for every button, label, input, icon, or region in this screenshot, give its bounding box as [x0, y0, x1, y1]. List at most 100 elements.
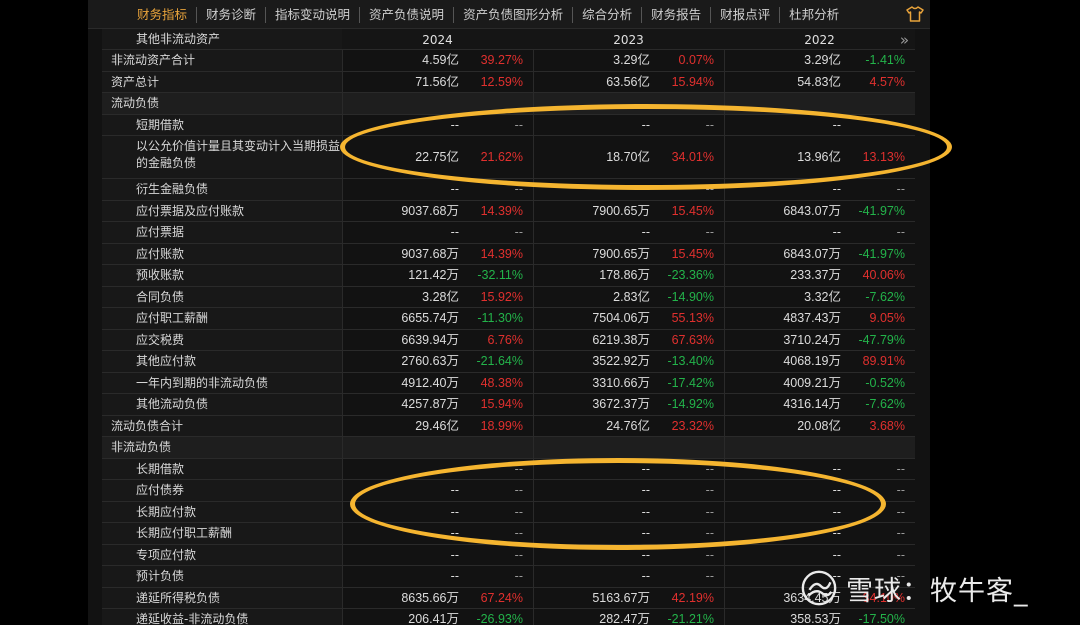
table-row: 预收账款 121.42万 -32.11% 178.86万 -23.36% 233.37万 4…: [102, 265, 915, 287]
change-percent-cell: 0.07%: [678, 53, 714, 67]
change-percent-cell: 89.91%: [862, 354, 905, 368]
row-label: 其他应付款: [102, 351, 342, 372]
table-row: 其他应付款 2760.63万 -21.64% 3522.92万 -13.40% 4068.…: [102, 351, 915, 373]
value-cell: 18.70亿: [606, 150, 650, 164]
year-column-cell: 282.47万 -21.21%: [533, 609, 724, 625]
row-label: 应付职工薪酬: [102, 308, 342, 329]
tab-5[interactable]: 综合分析: [573, 6, 643, 23]
value-cell: --: [450, 569, 459, 583]
year-column-cell: -- --: [342, 544, 533, 565]
tab-2[interactable]: 指标变动说明: [266, 6, 361, 23]
change-percent-cell: 34.01%: [671, 150, 714, 164]
change-percent-cell: --: [514, 547, 523, 562]
change-percent-cell: --: [705, 461, 714, 476]
tab-8[interactable]: 杜邦分析: [780, 7, 848, 23]
year-header-2022[interactable]: 2022: [724, 29, 915, 52]
year-column-cell: 3672.37万 -14.92%: [533, 394, 724, 415]
table-row: 应付账款 9037.68万 14.39% 7900.65万 15.45% 6843.07万…: [102, 243, 915, 265]
value-cell: 29.46亿: [415, 418, 459, 433]
year-header-2024[interactable]: 2024: [342, 29, 533, 52]
table-row: 衍生金融负债 -- -- -- -- -- --: [102, 179, 915, 201]
table-row: 递延所得税负债 8635.66万 67.24% 5163.67万 42.19% 3634.…: [102, 587, 915, 609]
tab-6[interactable]: 财务报告: [642, 6, 712, 23]
value-cell: --: [641, 526, 650, 540]
tab-1[interactable]: 财务诊断: [197, 6, 267, 23]
year-column-cell: 5163.67万 42.19%: [533, 587, 724, 608]
value-cell: 3.28亿: [422, 289, 459, 304]
value-cell: --: [832, 547, 841, 562]
row-label: 以公允价值计量且其变动计入当期损益的金融负债: [102, 136, 342, 178]
year-column-cell: 4912.40万 48.38%: [342, 372, 533, 393]
value-cell: --: [450, 117, 459, 132]
tab-7[interactable]: 财报点评: [711, 6, 781, 23]
change-percent-cell: --: [514, 182, 523, 196]
tab-bar: 财务指标 财务诊断 指标变动说明 资产负债说明 资产负债图形分析 综合分析 财务报告 财报点评…: [128, 0, 848, 29]
year-column-cell: -- --: [533, 544, 724, 565]
year-header-2023[interactable]: 2023: [533, 29, 724, 52]
year-column-cell: 63.56亿 15.94%: [533, 71, 724, 92]
value-cell: 6843.07万: [783, 246, 841, 261]
year-column-cell: 3710.24万 -47.79%: [724, 329, 915, 350]
change-percent-cell: 23.32%: [671, 418, 714, 433]
change-percent-cell: -21.21%: [667, 612, 714, 625]
watermark: 雪球：牧牛客_: [800, 566, 1029, 610]
year-column-cell: 18.70亿 34.01%: [533, 136, 724, 178]
tshirt-icon[interactable]: [906, 6, 924, 22]
value-cell: 5163.67万: [592, 590, 650, 605]
value-cell: 6639.94万: [401, 332, 459, 347]
change-percent-cell: --: [896, 526, 905, 540]
year-column-cell: 22.75亿 21.62%: [342, 136, 533, 178]
year-column-cell: 4257.87万 15.94%: [342, 394, 533, 415]
year-column-cell: 358.53万 -17.50%: [724, 609, 915, 625]
value-cell: 8635.66万: [401, 590, 459, 605]
change-percent-cell: 15.94%: [671, 74, 714, 89]
year-column-cell: 233.37万 40.06%: [724, 265, 915, 286]
year-column-cell: 6843.07万 -41.97%: [724, 200, 915, 221]
left-gutter: [0, 0, 88, 625]
change-percent-cell: -13.40%: [667, 354, 714, 368]
year-column-cell: 24.76亿 23.32%: [533, 415, 724, 436]
change-percent-cell: 48.38%: [480, 375, 523, 390]
change-percent-cell: --: [705, 483, 714, 497]
table-row: 专项应付款 -- -- -- -- -- --: [102, 544, 915, 566]
value-cell: 71.56亿: [415, 74, 459, 89]
change-percent-cell: -32.11%: [477, 268, 523, 282]
year-column-cell: -- --: [724, 480, 915, 501]
year-column-cell: [342, 93, 533, 114]
value-cell: 7900.65万: [592, 246, 650, 261]
double-chevron-right-icon[interactable]: »: [900, 31, 909, 49]
row-label: 流动负债合计: [102, 415, 342, 436]
change-percent-cell: 15.92%: [480, 289, 523, 304]
year-column-cell: [724, 437, 915, 458]
change-percent-cell: -17.42%: [667, 375, 714, 390]
year-column-cell: 7900.65万 15.45%: [533, 243, 724, 264]
year-column-cell: 121.42万 -32.11%: [342, 265, 533, 286]
table-row: 流动负债合计 29.46亿 18.99% 24.76亿 23.32% 20.08亿 3.68…: [102, 415, 915, 437]
row-label: 一年内到期的非流动负债: [102, 372, 342, 393]
tab-3[interactable]: 资产负债说明: [360, 6, 455, 23]
value-cell: --: [641, 569, 650, 583]
row-label: 应付票据及应付账款: [102, 200, 342, 221]
change-percent-cell: 42.19%: [671, 590, 714, 605]
table-row: 短期借款 -- -- -- -- -- --: [102, 114, 915, 136]
value-cell: --: [832, 483, 841, 497]
change-percent-cell: --: [896, 547, 905, 562]
change-percent-cell: --: [514, 526, 523, 540]
row-label: 长期借款: [102, 458, 342, 479]
row-label: 长期应付职工薪酬: [102, 523, 342, 544]
year-column-cell: 3.28亿 15.92%: [342, 286, 533, 307]
value-cell: 6655.74万: [401, 311, 459, 325]
value-cell: 4912.40万: [401, 375, 459, 390]
year-column-cell: -- --: [342, 523, 533, 544]
table-row: 资产总计 71.56亿 12.59% 63.56亿 15.94% 54.83亿 4.57%: [102, 71, 915, 93]
change-percent-cell: 67.63%: [671, 332, 714, 347]
row-label: 应付票据: [102, 222, 342, 243]
year-column-cell: -- --: [533, 458, 724, 479]
watermark-text: 雪球：牧牛客_: [846, 575, 1029, 607]
change-percent-cell: --: [705, 182, 714, 196]
change-percent-cell: 3.68%: [869, 418, 905, 433]
change-percent-cell: -14.92%: [667, 397, 714, 411]
row-label: 应交税费: [102, 329, 342, 350]
tab-0[interactable]: 财务指标: [128, 6, 198, 23]
tab-4[interactable]: 资产负债图形分析: [454, 6, 574, 23]
